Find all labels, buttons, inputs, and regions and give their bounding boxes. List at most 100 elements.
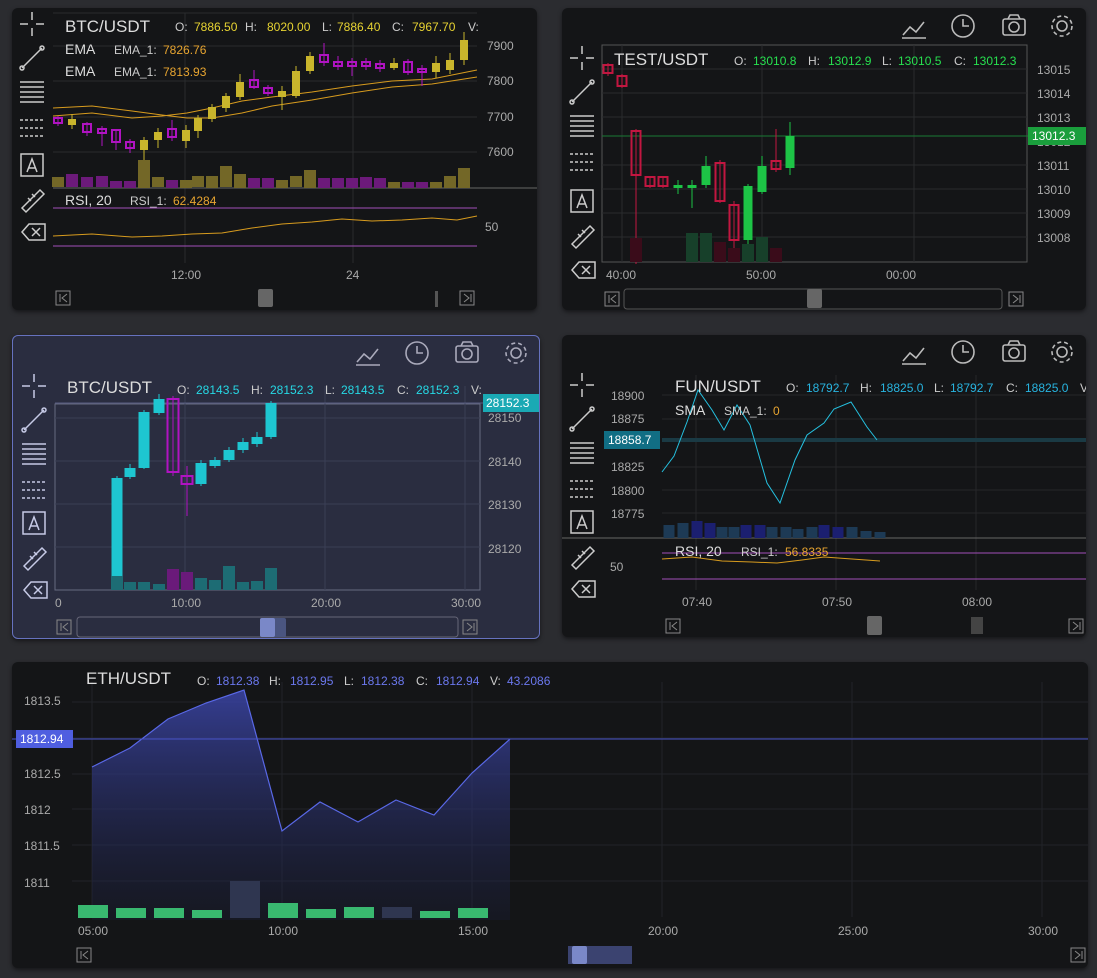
candle-body (292, 71, 300, 96)
scroll-right-button[interactable] (459, 290, 475, 306)
chart-canvas[interactable]: 1812.94 1813.5 1812.5 1812 1811.5 1811 0… (12, 662, 1088, 968)
symbol-title: TEST/USDT (614, 50, 708, 69)
text-tool-icon[interactable] (570, 189, 594, 213)
chart-canvas[interactable]: 28152.3 28150 28140 28130 28120 0 10:00 … (13, 336, 539, 638)
crosshair-icon[interactable] (20, 12, 44, 36)
scroll-left-button[interactable] (76, 947, 92, 963)
gear-icon[interactable] (505, 342, 527, 364)
candle-body (265, 403, 277, 437)
scroll-handle[interactable] (260, 618, 275, 637)
scroll-handle[interactable] (572, 946, 587, 964)
text-tool-icon[interactable] (20, 153, 44, 177)
gear-icon[interactable] (1051, 15, 1073, 37)
fibonacci-icon[interactable] (20, 81, 44, 103)
text-tool-icon[interactable] (570, 510, 594, 534)
ohlc-label: O: (786, 381, 799, 395)
trend-line-icon[interactable] (569, 79, 595, 105)
volume-bar (388, 182, 400, 188)
scroll-handle[interactable] (807, 289, 822, 308)
pitchfork-icon[interactable] (22, 481, 46, 499)
trend-line-icon[interactable] (21, 407, 47, 433)
low-value: 1812.38 (361, 674, 405, 688)
symbol-title: FUN/USDT (675, 377, 761, 396)
y-tick: 28150 (488, 411, 522, 425)
ohlc-label: O: (734, 54, 747, 68)
scroll-handle[interactable] (867, 616, 882, 635)
trend-line-icon[interactable] (569, 406, 595, 432)
crosshair-icon[interactable] (22, 374, 46, 398)
x-tick: 07:40 (682, 595, 712, 609)
ohlc-label: V: (468, 20, 479, 34)
y-tick: 7900 (487, 39, 514, 53)
scroll-right-button[interactable] (1008, 291, 1024, 307)
camera-icon[interactable] (1002, 14, 1026, 36)
ruler-icon[interactable] (22, 546, 48, 572)
ohlc-label: V (1080, 381, 1086, 395)
candle-body (687, 185, 697, 188)
symbol-title: ETH/USDT (86, 669, 171, 688)
fibonacci-icon[interactable] (570, 442, 594, 464)
eraser-icon[interactable] (571, 261, 596, 279)
candle-body (432, 63, 440, 72)
volume-bar (290, 176, 302, 187)
scroll-right-button[interactable] (462, 619, 478, 635)
trend-line-icon[interactable] (19, 45, 45, 71)
candle-body (446, 60, 454, 70)
pitchfork-icon[interactable] (570, 480, 594, 498)
price-tag-label: 28152.3 (486, 396, 530, 410)
scroll-right-button[interactable] (1068, 618, 1084, 634)
chart-line-icon[interactable] (356, 348, 380, 366)
y-tick: 13011 (1037, 159, 1070, 173)
chart-canvas[interactable]: 18858.7 18900 18875 18825 18800 18775 50… (562, 335, 1086, 637)
eraser-icon[interactable] (21, 223, 46, 241)
chart-line-icon[interactable] (902, 347, 926, 365)
ruler-icon[interactable] (570, 224, 596, 250)
volume-bar (111, 576, 123, 590)
clock-icon[interactable] (951, 14, 975, 38)
ruler-icon[interactable] (20, 188, 46, 214)
indicator-value: 7826.76 (163, 43, 207, 57)
y-tick: 13015 (1037, 63, 1071, 77)
volume-bar (276, 180, 288, 188)
volume-bar (209, 580, 221, 590)
low-value: 7886.40 (337, 20, 381, 34)
scroll-left-button[interactable] (55, 290, 71, 306)
scroll-handle[interactable] (258, 289, 273, 307)
y-tick: 1812 (24, 803, 51, 817)
camera-icon[interactable] (455, 341, 479, 363)
eraser-icon[interactable] (571, 580, 596, 598)
pitchfork-icon[interactable] (20, 119, 44, 137)
crosshair-icon[interactable] (570, 46, 594, 70)
volume-bar (754, 525, 766, 538)
gear-icon[interactable] (1051, 341, 1073, 363)
volume-bar (402, 182, 414, 188)
volume-bar (756, 237, 768, 262)
low-value: 28143.5 (341, 383, 385, 397)
candle-body (743, 186, 753, 240)
fibonacci-icon[interactable] (22, 443, 46, 465)
drawing-toolbar (569, 46, 596, 279)
high-value: 18825.0 (880, 381, 924, 395)
volume-bar (166, 180, 178, 188)
x-tick: 50:00 (746, 268, 776, 282)
text-tool-icon[interactable] (22, 511, 46, 535)
scroll-right-button[interactable] (1070, 947, 1086, 963)
scroll-marker (971, 617, 983, 634)
fibonacci-icon[interactable] (570, 115, 594, 137)
volume-bar (416, 182, 428, 188)
scroll-left-button[interactable] (665, 618, 681, 634)
eraser-icon[interactable] (23, 581, 48, 599)
ruler-icon[interactable] (570, 545, 596, 571)
camera-icon[interactable] (1002, 340, 1026, 362)
crosshair-icon[interactable] (570, 373, 594, 397)
chart-line-icon[interactable] (902, 21, 926, 39)
clock-icon[interactable] (951, 340, 975, 364)
pitchfork-icon[interactable] (570, 153, 594, 171)
clock-icon[interactable] (405, 341, 429, 365)
candle-body (111, 478, 123, 576)
ohlc-label: H: (808, 54, 820, 68)
drawing-toolbar (569, 373, 596, 598)
chart-canvas[interactable]: 7900 7800 7700 7600 50 12:00 24 BTC/USDT… (12, 8, 537, 310)
chart-canvas[interactable]: 13015 13014 13013 13012 13011 13010 1300… (562, 8, 1086, 310)
x-tick: 20:00 (311, 596, 341, 610)
